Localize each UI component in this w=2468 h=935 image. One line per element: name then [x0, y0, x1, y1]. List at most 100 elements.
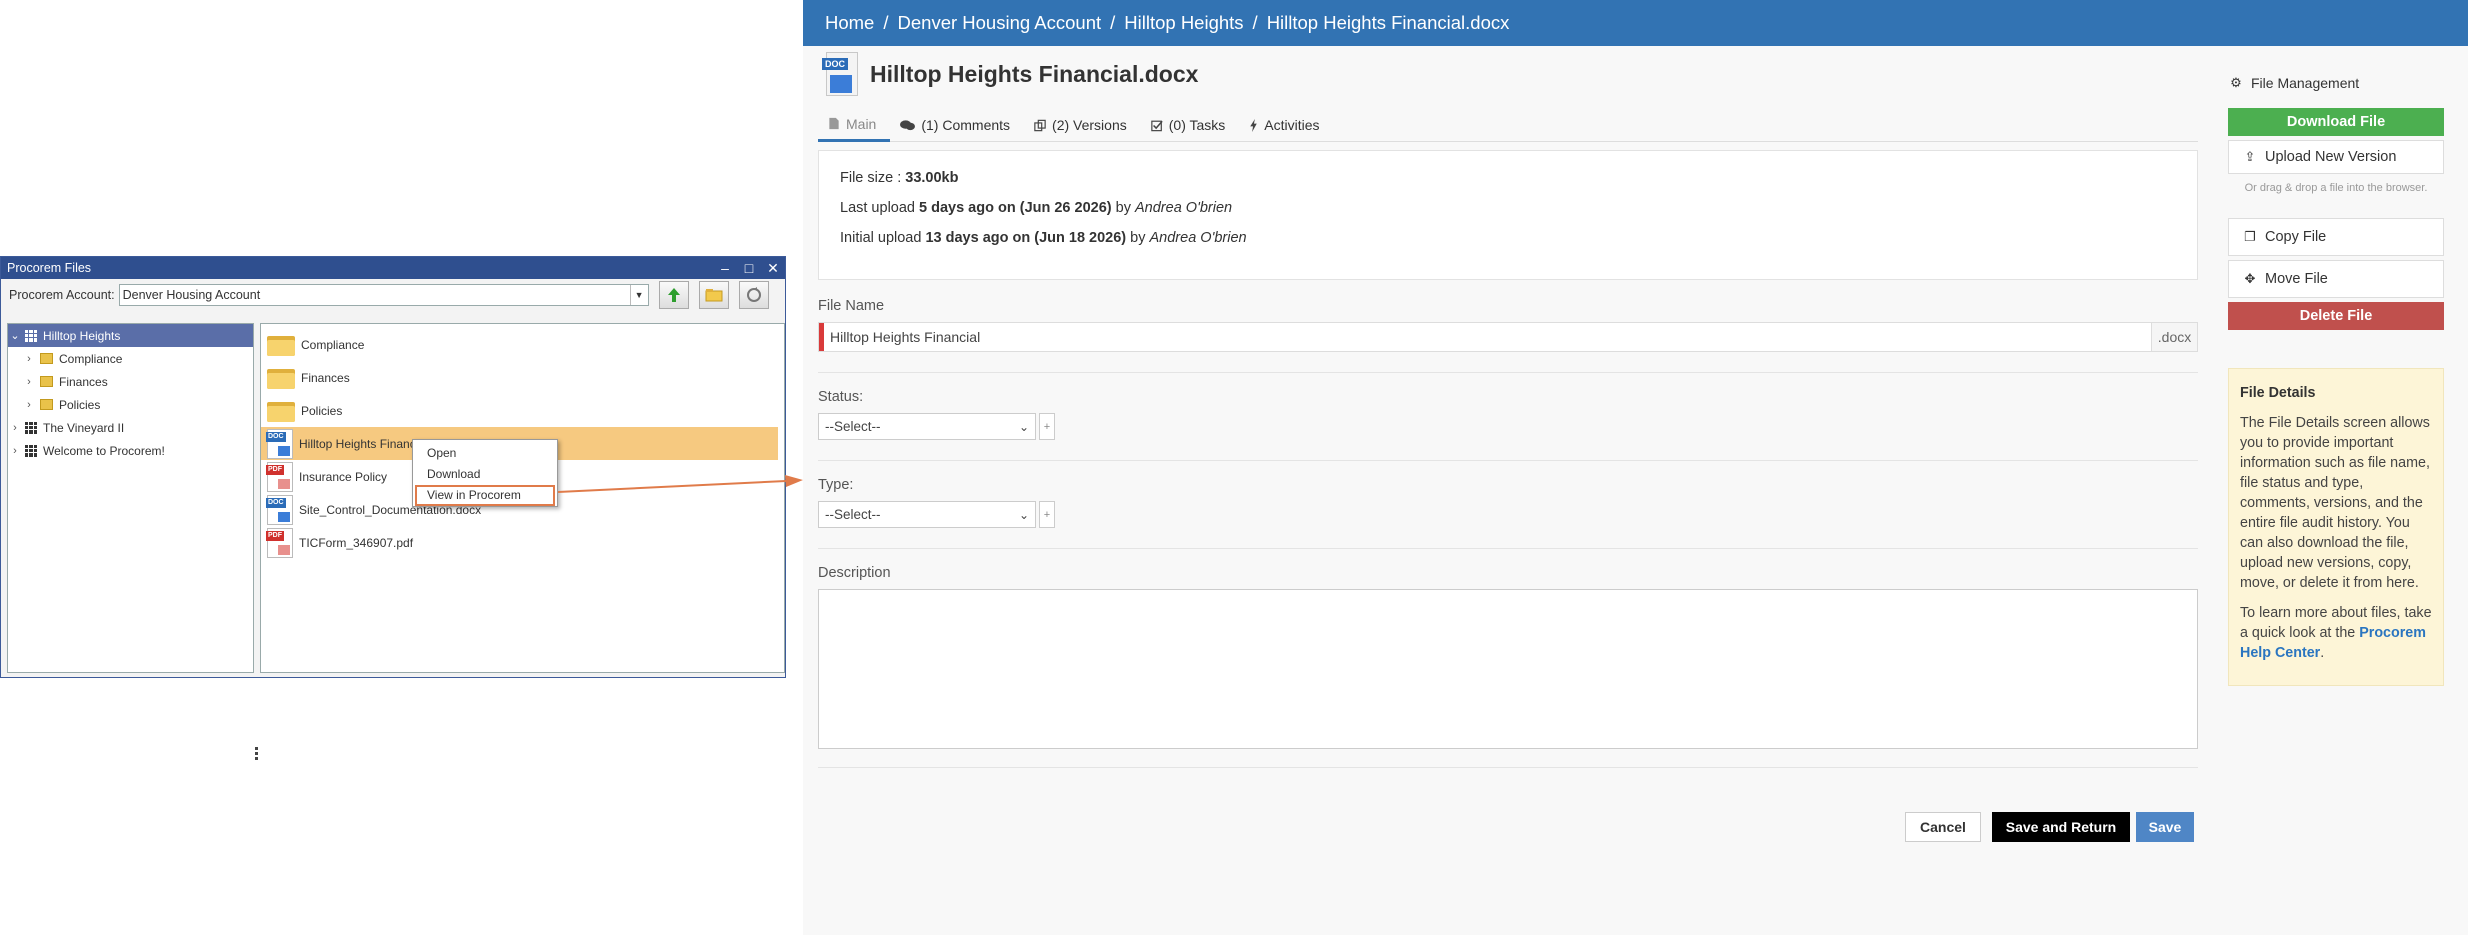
- file-icon: [829, 117, 839, 130]
- tree-item-welcome[interactable]: › Welcome to Procorem!: [8, 439, 253, 462]
- upload-new-version-button[interactable]: ⇪ Upload New Version: [2228, 140, 2444, 174]
- file-name: Finances: [301, 370, 350, 385]
- button-label: Upload New Version: [2265, 149, 2397, 165]
- folder-icon: [267, 400, 295, 422]
- list-item-compliance[interactable]: Compliance: [261, 328, 784, 361]
- divider: [818, 460, 2198, 461]
- file-management-sidebar: ⚙ File Management Download File ⇪ Upload…: [2228, 72, 2444, 686]
- description-textarea[interactable]: [818, 589, 2198, 749]
- help-learn-more: To learn more about files, take a quick …: [2240, 605, 2432, 661]
- move-file-button[interactable]: ✥ Move File: [2228, 260, 2444, 298]
- file-name-label: File Name: [818, 298, 885, 314]
- delete-file-button[interactable]: Delete File: [2228, 302, 2444, 330]
- file-details-help: File Details The File Details screen all…: [2228, 368, 2444, 686]
- upload-button[interactable]: [658, 281, 689, 309]
- tree-item-label: Welcome to Procorem!: [43, 443, 165, 458]
- splitter-handle[interactable]: [255, 747, 259, 763]
- bolt-icon: [1250, 118, 1258, 132]
- folder-icon: [40, 353, 53, 364]
- main-content: DOC Hilltop Heights Financial.docx Main …: [818, 46, 2198, 768]
- collapse-icon[interactable]: ⌄: [8, 329, 22, 342]
- tab-comments[interactable]: (1) Comments: [890, 108, 1024, 142]
- list-item-finances[interactable]: Finances: [261, 361, 784, 394]
- type-select[interactable]: --Select-- ⌄: [818, 501, 1036, 528]
- close-icon[interactable]: ✕: [761, 257, 785, 279]
- folder-icon: [40, 399, 53, 410]
- add-type-button[interactable]: +: [1039, 501, 1055, 528]
- initial-upload: 13 days ago on (Jun 18 2026): [925, 230, 1127, 246]
- chevron-down-icon: ⌄: [1018, 507, 1029, 522]
- context-menu-view-in-procorem[interactable]: View in Procorem: [415, 485, 555, 506]
- last-upload-user: Andrea O'brien: [1135, 200, 1233, 216]
- file-name-input[interactable]: [824, 323, 2151, 351]
- procorem-files-window: Procorem Files – □ ✕ Procorem Account: D…: [0, 256, 786, 760]
- new-folder-button[interactable]: [698, 281, 729, 309]
- grid-icon: [25, 329, 37, 342]
- pdf-icon: PDF: [266, 527, 293, 558]
- expand-icon[interactable]: ›: [22, 399, 36, 411]
- tree-item-hilltop-heights[interactable]: ⌄ Hilltop Heights: [8, 324, 253, 347]
- breadcrumb-file: Hilltop Heights Financial.docx: [1266, 12, 1510, 33]
- save-and-return-button[interactable]: Save and Return: [1992, 812, 2130, 842]
- expand-icon[interactable]: ›: [8, 445, 22, 457]
- type-label: Type:: [818, 477, 854, 493]
- tree-item-policies[interactable]: › Policies: [8, 393, 253, 416]
- tree-item-label: Policies: [59, 397, 101, 412]
- refresh-button[interactable]: [738, 281, 769, 309]
- tree-item-label: Finances: [59, 374, 108, 389]
- account-row: Procorem Account: Denver Housing Account…: [1, 281, 785, 309]
- file-name-field: .docx: [818, 322, 2198, 352]
- expand-icon[interactable]: ›: [22, 353, 36, 365]
- download-file-button[interactable]: Download File: [2228, 108, 2444, 136]
- chevron-down-icon: ⌄: [1018, 419, 1029, 434]
- status-value: --Select--: [825, 419, 881, 434]
- tab-label: (0) Tasks: [1168, 117, 1226, 133]
- cancel-button[interactable]: Cancel: [1905, 812, 1981, 842]
- expand-icon[interactable]: ›: [8, 422, 22, 434]
- context-menu-open[interactable]: Open: [413, 443, 557, 464]
- context-menu-download[interactable]: Download: [413, 464, 557, 485]
- file-name: Policies: [301, 403, 343, 418]
- tab-versions[interactable]: (2) Versions: [1024, 108, 1141, 142]
- file-extension: .docx: [2151, 323, 2197, 351]
- tree-item-the-vineyard-ii[interactable]: › The Vineyard II: [8, 416, 253, 439]
- file-name: Insurance Policy: [299, 469, 388, 484]
- add-status-button[interactable]: +: [1039, 413, 1055, 440]
- folder-tree[interactable]: ⌄ Hilltop Heights › Compliance › Finance…: [7, 323, 254, 673]
- tab-bar: Main (1) Comments (2) Versions (0) Tasks…: [818, 108, 2198, 142]
- tree-item-finances[interactable]: › Finances: [8, 370, 253, 393]
- status-select[interactable]: --Select-- ⌄: [818, 413, 1036, 440]
- breadcrumb-account[interactable]: Denver Housing Account: [898, 12, 1102, 34]
- status-row: --Select-- ⌄ +: [818, 413, 2198, 440]
- breadcrumb-project[interactable]: Hilltop Heights: [1124, 12, 1243, 34]
- tab-main[interactable]: Main: [818, 108, 891, 142]
- refresh-icon: [746, 287, 761, 302]
- new-folder-icon: [705, 289, 723, 302]
- account-select[interactable]: Denver Housing Account ▼: [118, 284, 649, 306]
- list-item-policies[interactable]: Policies: [261, 394, 784, 427]
- save-button[interactable]: Save: [2136, 812, 2194, 842]
- minimize-icon[interactable]: –: [713, 257, 737, 279]
- description-label: Description: [818, 565, 891, 581]
- initial-upload-user: Andrea O'brien: [1149, 230, 1247, 246]
- tree-item-compliance[interactable]: › Compliance: [8, 347, 253, 370]
- heading-text: File Management: [2251, 75, 2360, 91]
- tab-tasks[interactable]: (0) Tasks: [1141, 108, 1240, 142]
- window-titlebar[interactable]: Procorem Files – □ ✕: [1, 257, 785, 279]
- folder-icon: [267, 367, 295, 389]
- expand-icon[interactable]: ›: [22, 376, 36, 388]
- gear-icon: ⚙: [2230, 75, 2242, 90]
- copy-file-button[interactable]: ❐ Copy File: [2228, 218, 2444, 256]
- file-details-page: Home / Denver Housing Account / Hilltop …: [803, 0, 2468, 935]
- list-item-ticform[interactable]: PDF TICForm_346907.pdf: [261, 526, 784, 559]
- maximize-icon[interactable]: □: [737, 257, 761, 279]
- divider: [818, 372, 2198, 373]
- breadcrumb: Home / Denver Housing Account / Hilltop …: [803, 0, 2468, 46]
- type-value: --Select--: [825, 507, 881, 522]
- dropdown-arrow-icon[interactable]: ▼: [629, 285, 648, 305]
- page-title: Hilltop Heights Financial.docx: [870, 60, 1199, 87]
- word-doc-icon: DOC: [266, 428, 293, 459]
- tab-activities[interactable]: Activities: [1239, 108, 1333, 142]
- breadcrumb-home[interactable]: Home: [825, 12, 874, 34]
- tree-item-label: The Vineyard II: [43, 420, 125, 435]
